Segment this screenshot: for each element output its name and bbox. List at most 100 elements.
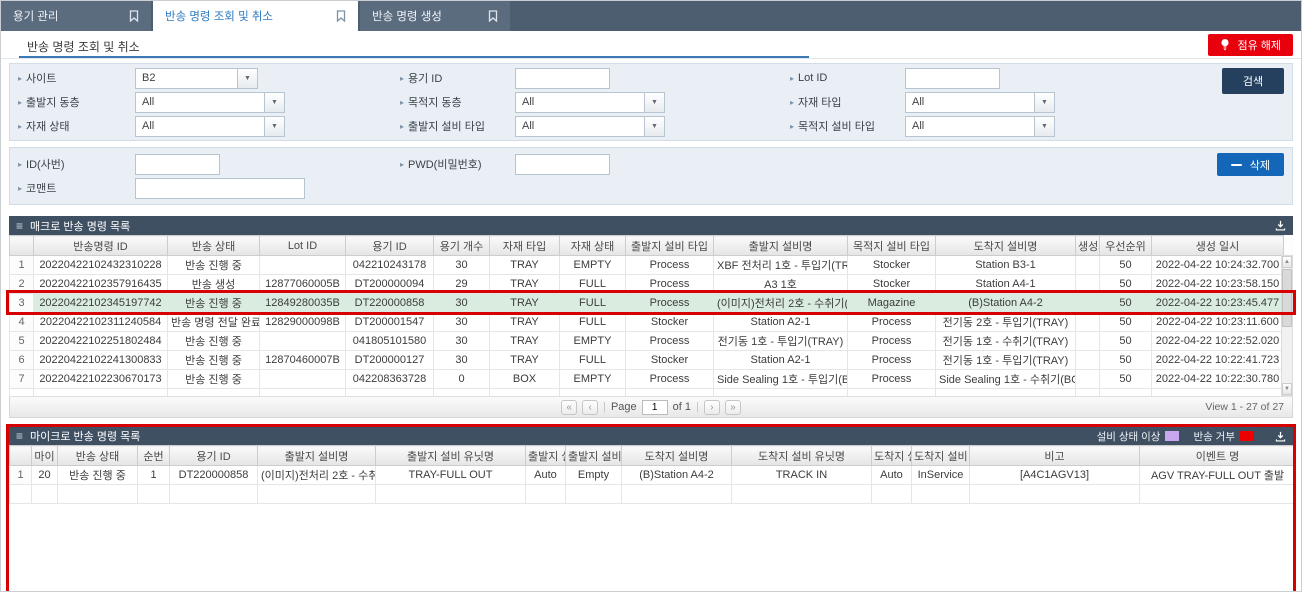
filter-input[interactable]: [515, 68, 610, 89]
column-header[interactable]: 마이: [32, 446, 58, 466]
cell: Side Sealing 1호 - 투입기(BO: [714, 370, 848, 389]
page-number-input[interactable]: [642, 400, 668, 415]
cell: 30: [434, 294, 490, 313]
tab-transfer-create[interactable]: 반송 명령 생성: [360, 1, 510, 31]
bookmark-icon[interactable]: [488, 10, 498, 22]
column-header[interactable]: 반송 상태: [168, 236, 260, 256]
column-header[interactable]: Lot ID: [260, 236, 346, 256]
bookmark-icon[interactable]: [336, 10, 346, 22]
column-header[interactable]: 생성자: [1076, 236, 1100, 256]
filter-select[interactable]: All▼: [135, 116, 285, 137]
column-header[interactable]: 비고: [970, 446, 1140, 466]
caret-icon: ▸: [18, 122, 22, 131]
column-header[interactable]: 우선순위: [1100, 236, 1152, 256]
table-row[interactable]: 220220422102357916435반송 생성12877060005BDT…: [10, 275, 1284, 294]
table-row[interactable]: 120220422102432310228반송 진행 중042210243178…: [10, 256, 1284, 275]
cancel-form-panel: 삭제 ▸ID(사번)▸PWD(비밀번호)▸코맨트: [9, 147, 1293, 205]
column-header[interactable]: 출발지 설비명: [714, 236, 848, 256]
column-header[interactable]: 출발지 설: [526, 446, 566, 466]
scroll-down-icon[interactable]: ▼: [1282, 383, 1292, 395]
filter-select[interactable]: All▼: [905, 92, 1055, 113]
filter-select[interactable]: B2▼: [135, 68, 258, 89]
filter-input[interactable]: [135, 178, 305, 199]
column-header[interactable]: [10, 236, 34, 256]
column-header[interactable]: 출발지 설비 유닛명: [376, 446, 526, 466]
table-row[interactable]: 120반송 진행 중1DT220000858(이미지)전처리 2호 - 수취기T…: [10, 466, 1296, 485]
column-header[interactable]: 도착지 설비명: [622, 446, 732, 466]
column-header[interactable]: 도착지 설비명: [936, 236, 1076, 256]
chevron-down-icon[interactable]: ▼: [644, 117, 664, 136]
column-header[interactable]: 생성 일시: [1152, 236, 1284, 256]
chevron-down-icon[interactable]: ▼: [1034, 117, 1054, 136]
chevron-down-icon[interactable]: ▼: [644, 93, 664, 112]
column-header[interactable]: 도착지 설비: [912, 446, 970, 466]
cell: Process: [848, 370, 936, 389]
filter-row: ▸ID(사번)▸PWD(비밀번호): [18, 152, 1284, 176]
filter-input[interactable]: [905, 68, 1000, 89]
download-icon[interactable]: [1275, 220, 1286, 231]
table-row[interactable]: 520220422102251802484반송 진행 중041805101580…: [10, 332, 1284, 351]
cell: 반송 명령 전달 완료: [168, 313, 260, 332]
tab-transfer-query-cancel[interactable]: 반송 명령 조회 및 취소: [153, 1, 358, 31]
column-header[interactable]: 출발지 설비: [566, 446, 622, 466]
download-icon[interactable]: [1275, 431, 1286, 442]
caret-icon: ▸: [18, 74, 22, 83]
column-header[interactable]: [10, 446, 32, 466]
chevron-down-icon[interactable]: ▼: [264, 93, 284, 112]
cell: 50: [1100, 370, 1152, 389]
delete-button[interactable]: 삭제: [1217, 153, 1284, 176]
filter-select[interactable]: All▼: [515, 92, 665, 113]
next-page-button[interactable]: ›: [704, 400, 720, 415]
scroll-up-icon[interactable]: ▲: [1282, 256, 1292, 268]
column-header[interactable]: 출발지 설비 타입: [626, 236, 714, 256]
cell: 20220422102432310228: [34, 256, 168, 275]
prev-page-button[interactable]: ‹: [582, 400, 598, 415]
table-row[interactable]: 420220422102311240584반송 명령 전달 완료12829000…: [10, 313, 1284, 332]
empty-row: [10, 485, 1296, 504]
cell: 20220422102251802484: [34, 332, 168, 351]
filter-select[interactable]: All▼: [515, 116, 665, 137]
filter-select[interactable]: All▼: [135, 92, 285, 113]
legend-swatch: [1240, 431, 1254, 441]
select-value: All: [906, 93, 1034, 112]
column-header[interactable]: 목적지 설비 타입: [848, 236, 936, 256]
first-page-button[interactable]: «: [561, 400, 577, 415]
filter-select[interactable]: All▼: [905, 116, 1055, 137]
cell: 2022-04-22 10:22:52.020: [1152, 332, 1284, 351]
chevron-down-icon[interactable]: ▼: [1034, 93, 1054, 112]
filter-input[interactable]: [135, 154, 220, 175]
caret-icon: ▸: [790, 74, 794, 83]
cell: TRAY: [490, 351, 560, 370]
filter-input[interactable]: [515, 154, 610, 175]
column-header[interactable]: 순번: [138, 446, 170, 466]
table-row[interactable]: 720220422102230670173반송 진행 중042208363728…: [10, 370, 1284, 389]
column-header[interactable]: 용기 ID: [170, 446, 258, 466]
column-header[interactable]: 자재 타입: [490, 236, 560, 256]
chevron-down-icon[interactable]: ▼: [264, 117, 284, 136]
last-page-button[interactable]: »: [725, 400, 741, 415]
occupy-release-button[interactable]: 점유 해제: [1208, 34, 1293, 56]
column-header[interactable]: 용기 개수: [434, 236, 490, 256]
table-row[interactable]: 620220422102241300833반송 진행 중12870460007B…: [10, 351, 1284, 370]
column-header[interactable]: 도착지 설비 유닛명: [732, 446, 872, 466]
search-button[interactable]: 검색: [1222, 68, 1284, 94]
column-header[interactable]: 용기 ID: [346, 236, 434, 256]
vertical-scrollbar[interactable]: ▲ ▼: [1281, 255, 1293, 396]
macro-section-header: ≡ 매크로 반송 명령 목록: [9, 216, 1293, 235]
bookmark-icon[interactable]: [129, 10, 139, 22]
cell: 50: [1100, 275, 1152, 294]
separator: |: [603, 401, 606, 413]
column-header[interactable]: 자재 상태: [560, 236, 626, 256]
column-header[interactable]: 이벤트 명: [1140, 446, 1296, 466]
micro-table-area: 마이반송 상태순번용기 ID출발지 설비명출발지 설비 유닛명출발지 설출발지 …: [9, 445, 1293, 504]
column-header[interactable]: 도착지 설: [872, 446, 912, 466]
table-row[interactable]: 320220422102345197742반송 진행 중12849280035B…: [10, 294, 1284, 313]
filter-label: ▸출발지 설비 타입: [400, 118, 515, 134]
chevron-down-icon[interactable]: ▼: [237, 69, 257, 88]
column-header[interactable]: 반송명령 ID: [34, 236, 168, 256]
column-header[interactable]: 출발지 설비명: [258, 446, 376, 466]
filter-label: ▸ID(사번): [18, 156, 135, 172]
tab-container-management[interactable]: 용기 관리: [1, 1, 151, 31]
column-header[interactable]: 반송 상태: [58, 446, 138, 466]
scrollbar-thumb[interactable]: [1282, 269, 1292, 327]
